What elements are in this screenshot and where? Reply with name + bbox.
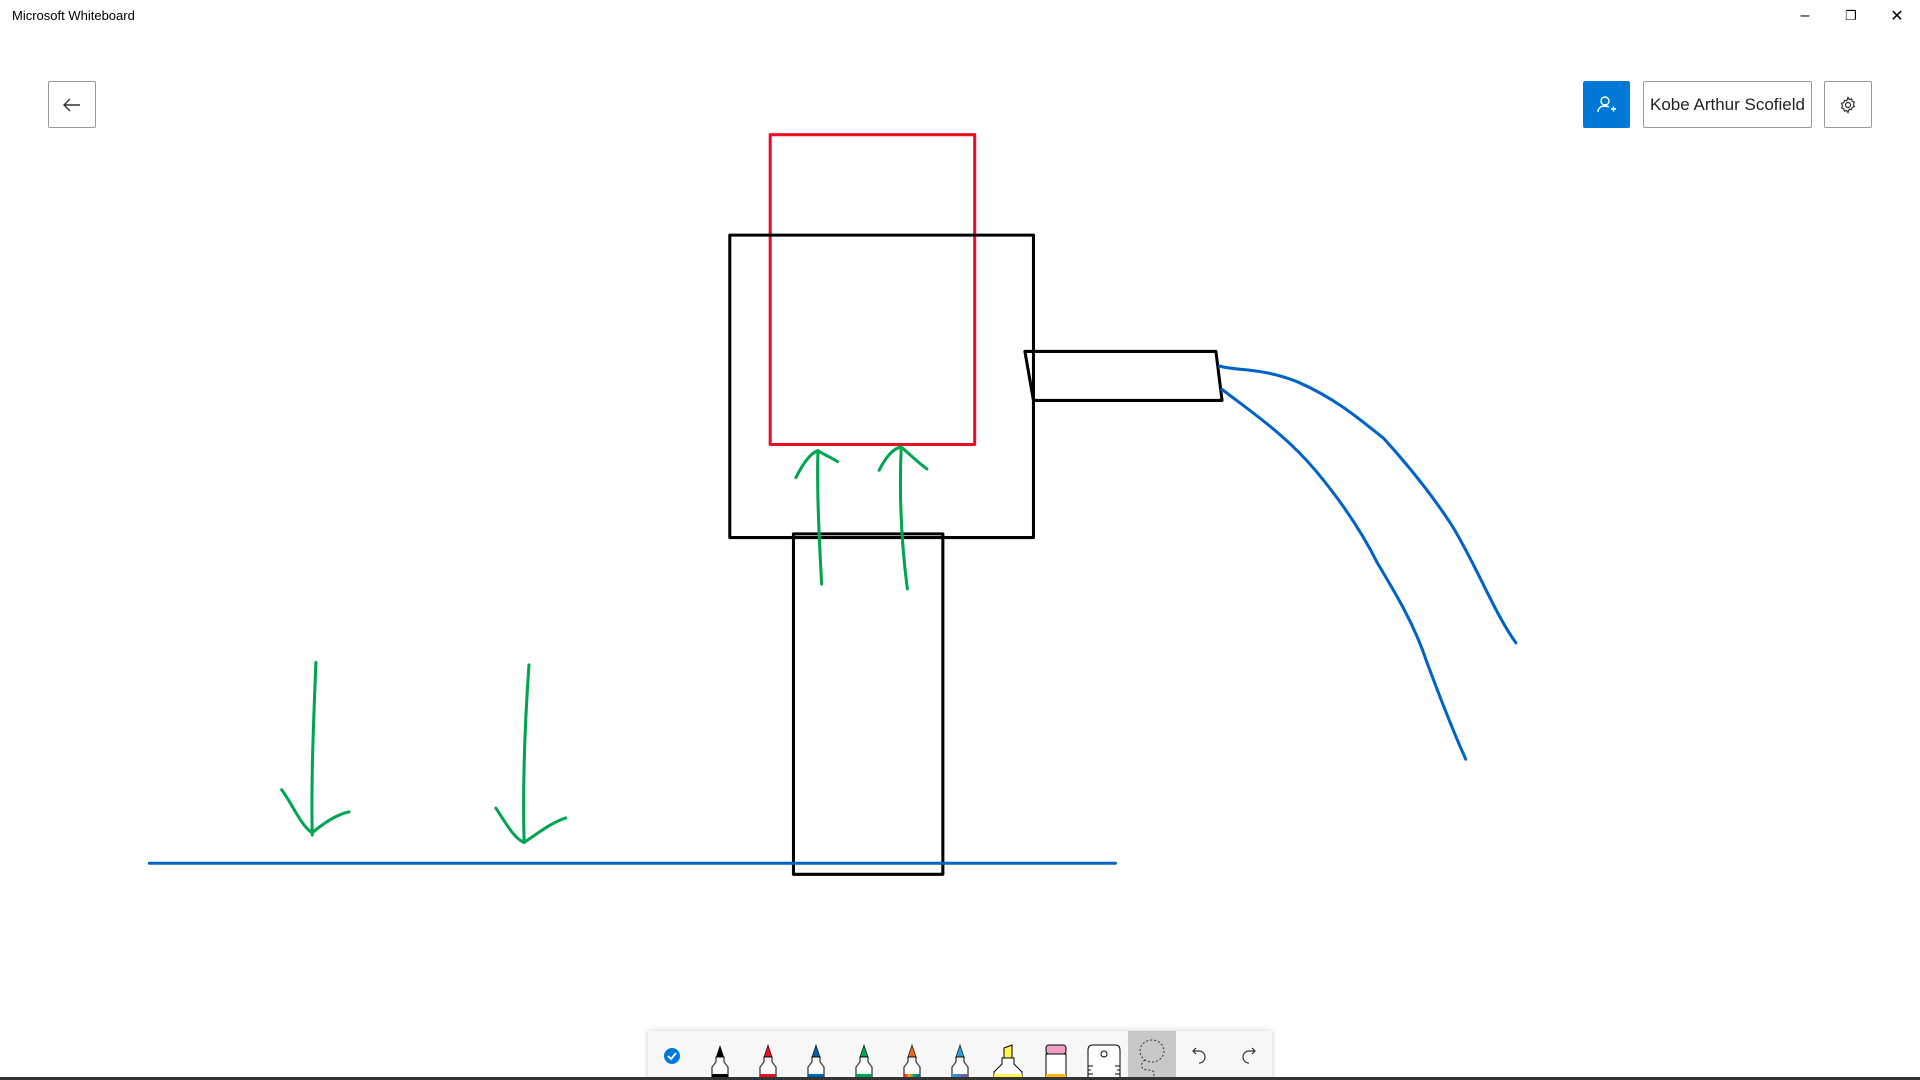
pen-icon [855, 1044, 873, 1080]
undo-icon [1192, 1047, 1206, 1064]
black-column[interactable] [791, 532, 945, 876]
redo-icon [1242, 1047, 1256, 1064]
pen-galaxy[interactable] [936, 1031, 984, 1080]
black-box[interactable] [728, 233, 1035, 540]
red-rectangle[interactable] [768, 133, 977, 447]
water-stream-upper[interactable] [1218, 364, 1518, 645]
pen-icon [951, 1044, 969, 1080]
down-arrow-1[interactable] [280, 660, 351, 837]
water-stream-lower[interactable] [1220, 387, 1468, 761]
check-circle-icon [664, 1047, 680, 1064]
pen-icon [759, 1044, 777, 1080]
gear-icon [1840, 95, 1856, 114]
settings-button[interactable] [1824, 81, 1872, 128]
eraser[interactable] [1032, 1031, 1080, 1080]
highlighter[interactable] [984, 1031, 1032, 1080]
pen-black[interactable] [696, 1031, 744, 1080]
pen-rainbow[interactable] [888, 1031, 936, 1080]
spout-shape[interactable] [1023, 349, 1224, 402]
up-arrow-2[interactable] [877, 445, 929, 591]
back-button[interactable] [48, 81, 96, 128]
redo-button[interactable] [1224, 1031, 1272, 1080]
up-arrow-1[interactable] [794, 449, 840, 586]
highlighter-icon [993, 1044, 1023, 1080]
ruler[interactable] [1080, 1031, 1128, 1080]
user-name-button[interactable]: Kobe Arthur Scofield [1643, 81, 1812, 128]
arrow-left-icon [63, 98, 80, 111]
ink-to-shape-toggle[interactable] [648, 1031, 696, 1080]
ruler-icon [1087, 1044, 1121, 1080]
down-arrow-2[interactable] [494, 663, 568, 844]
person-add-icon [1596, 95, 1616, 112]
inking-toolbar [648, 1031, 1272, 1080]
whiteboard-canvas[interactable] [0, 0, 1920, 1080]
invite-button[interactable] [1583, 81, 1630, 128]
pen-icon [807, 1044, 825, 1080]
pen-icon [903, 1044, 921, 1080]
undo-button[interactable] [1176, 1031, 1224, 1080]
pen-icon [711, 1045, 729, 1080]
eraser-icon [1045, 1044, 1067, 1080]
lasso-icon [1139, 1039, 1165, 1080]
lasso-select[interactable] [1128, 1031, 1176, 1080]
pen-green[interactable] [840, 1031, 888, 1080]
pen-red[interactable] [744, 1031, 792, 1080]
pen-blue[interactable] [792, 1031, 840, 1080]
